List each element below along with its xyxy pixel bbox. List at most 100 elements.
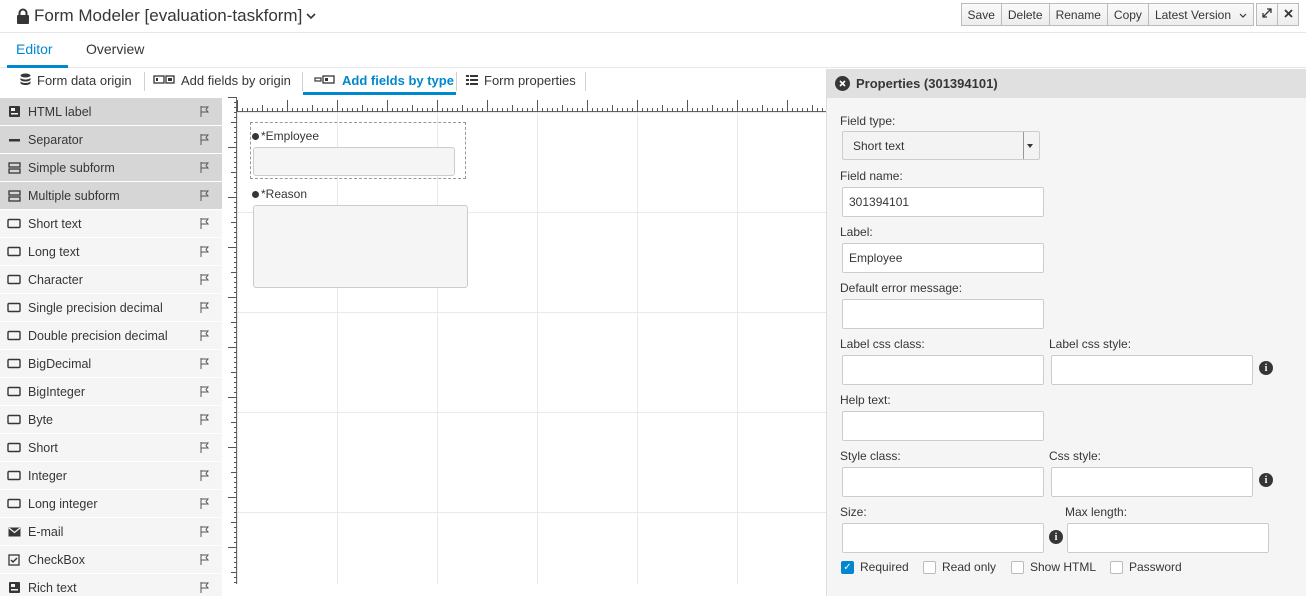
required-checkbox[interactable]: ✓ Required [841,560,909,574]
checkbox-box [1011,560,1024,574]
subtab-label: Add fields by type [342,73,454,88]
save-button[interactable]: Save [960,3,1002,26]
help-text-input[interactable] [842,411,1044,441]
reason-field-textarea[interactable] [253,205,468,288]
show-html-checkbox[interactable]: Show HTML [1011,560,1096,574]
version-dropdown[interactable]: Latest Version [1147,3,1254,26]
css-style-input[interactable] [1051,467,1253,497]
tab-editor[interactable]: Editor [16,41,53,57]
employee-field-input[interactable] [253,147,455,176]
palette-item[interactable]: E-mail [0,518,222,546]
read-only-checkbox[interactable]: Read only [923,560,996,574]
subtab-bar: Form data origin Add fields by origin Ad… [0,69,826,95]
active-tab-indicator [7,65,68,68]
checkbox-box [1110,560,1123,574]
subtab-form-properties[interactable]: Form properties [466,73,576,88]
horizontal-ruler [237,97,826,112]
info-icon[interactable]: i [1259,473,1273,487]
subtab-add-fields-by-type[interactable]: Add fields by type [314,73,454,88]
palette-item[interactable]: BigInteger [0,378,222,406]
palette-item[interactable]: Integer [0,462,222,490]
palette-item[interactable]: Double precision decimal [0,322,222,350]
divider [302,72,303,91]
field-name-input[interactable]: 301394101 [842,187,1044,217]
field-name-label: Field name: [840,169,903,183]
employee-field-label[interactable]: *Employee [252,129,319,143]
label-css-class-label: Label css class: [840,337,925,351]
delete-button[interactable]: Delete [1000,3,1050,26]
chevron-down-icon [1239,8,1247,22]
palette-item[interactable]: Short text [0,210,222,238]
textbox-icon [7,274,21,286]
flag-icon [200,302,210,316]
field-type-select[interactable]: Short text [842,131,1040,160]
maximize-button[interactable] [1256,3,1278,26]
palette-item-label: Double precision decimal [28,328,168,343]
close-icon [1283,8,1293,21]
flag-icon [200,134,210,148]
textbox-icon [7,302,21,314]
max-length-input[interactable] [1067,523,1269,553]
textbox-icon [7,498,21,510]
palette-item[interactable]: BigDecimal [0,350,222,378]
tab-overview[interactable]: Overview [86,41,144,57]
size-label: Size: [840,505,867,519]
textbox-icon [7,218,21,230]
subtab-form-data-origin[interactable]: Form data origin [20,73,132,88]
palette-item[interactable]: Character [0,266,222,294]
palette-item[interactable]: Long text [0,238,222,266]
css-style-label: Css style: [1049,449,1102,463]
palette-item[interactable]: Separator [0,126,222,154]
drag-handle-icon [252,132,259,140]
subform-icon [7,189,21,202]
palette-item-label: Character [28,272,83,287]
field-type-label: Field type: [840,114,896,128]
html-icon [7,106,21,118]
palette-item-label: Multiple subform [28,188,120,203]
palette-item[interactable]: CheckBox [0,546,222,574]
palette-item[interactable]: Long integer [0,490,222,518]
info-icon[interactable]: i [1259,361,1273,375]
close-icon[interactable] [835,76,850,91]
palette-item[interactable]: Byte [0,406,222,434]
form-canvas[interactable] [237,112,826,584]
subtab-add-fields-by-origin[interactable]: Add fields by origin [153,73,291,88]
label-css-style-input[interactable] [1051,355,1253,385]
copy-button[interactable]: Copy [1106,3,1149,26]
palette-item-label: BigInteger [28,384,85,399]
textbox-icon [7,470,21,482]
style-class-input[interactable] [842,467,1044,497]
flag-icon [200,246,210,260]
field-label-text: *Reason [261,187,308,201]
palette-item[interactable]: Short [0,434,222,462]
palette-item-label: CheckBox [28,552,85,567]
flag-icon [200,498,210,512]
reason-field-label[interactable]: *Reason [252,187,307,201]
chevron-down-icon[interactable] [306,12,316,20]
flag-icon [200,414,210,428]
properties-header: Properties (301394101) [827,69,1306,98]
palette-item[interactable]: Single precision decimal [0,294,222,322]
password-checkbox[interactable]: Password [1110,560,1182,574]
textbox-icon [7,414,21,426]
help-text-label: Help text: [840,393,891,407]
label-css-class-input[interactable] [842,355,1044,385]
version-label: Latest Version [1154,7,1231,22]
flag-icon [200,386,210,400]
checkbox-label: Password [1129,560,1182,574]
title-text: Form Modeler [evaluation-taskform] [34,6,303,25]
default-error-input[interactable] [842,299,1044,329]
expand-icon [1262,8,1272,21]
divider [144,72,145,91]
flag-icon [200,106,210,120]
rename-button[interactable]: Rename [1048,3,1108,26]
size-input[interactable] [842,523,1044,553]
label-input[interactable]: Employee [842,243,1044,273]
palette-item[interactable]: Multiple subform [0,182,222,210]
close-button[interactable] [1277,3,1299,26]
palette-item[interactable]: Rich text [0,574,222,596]
field-type-value: Short text [853,138,905,153]
palette-item[interactable]: Simple subform [0,154,222,182]
palette-item[interactable]: HTML label [0,98,222,126]
info-icon[interactable]: i [1049,530,1063,544]
